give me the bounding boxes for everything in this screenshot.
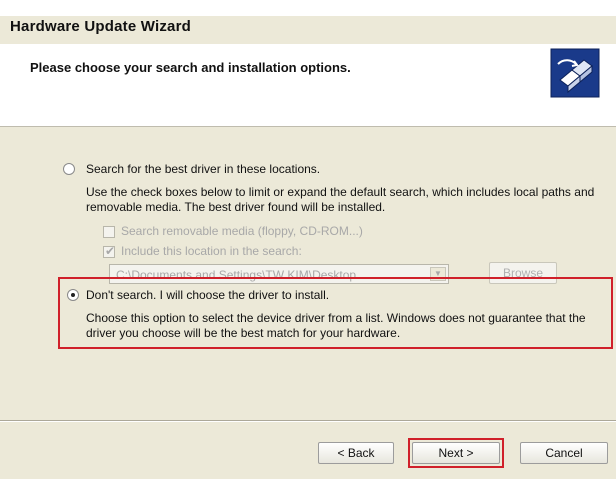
wizard-header: Please choose your search and installati… (0, 44, 616, 127)
radio-selected-dot (71, 293, 75, 297)
header-heading: Please choose your search and installati… (30, 60, 351, 75)
checkmark-icon: ✔ (105, 244, 116, 258)
dont-search-option-description: Choose this option to select the device … (86, 311, 586, 340)
removable-media-label: Search removable media (floppy, CD-ROM..… (121, 224, 363, 238)
include-location-label: Include this location in the search: (121, 244, 302, 258)
hardware-update-wizard-window: Hardware Update Wizard Please choose you… (0, 0, 616, 479)
search-option-label[interactable]: Search for the best driver in these loca… (86, 162, 320, 176)
dont-search-option-radio[interactable] (67, 289, 79, 301)
removable-media-checkbox[interactable] (103, 226, 115, 238)
include-location-checkbox[interactable]: ✔ (103, 244, 116, 258)
search-option-radio[interactable] (63, 163, 75, 175)
window-title: Hardware Update Wizard (10, 18, 191, 35)
footer-divider (0, 420, 616, 422)
search-option-description: Use the check boxes below to limit or ex… (86, 185, 595, 214)
cancel-button[interactable]: Cancel (520, 442, 608, 464)
next-button-highlight (408, 438, 504, 468)
title-bar (0, 0, 616, 16)
hardware-wizard-icon (550, 48, 600, 98)
back-button[interactable]: < Back (318, 442, 394, 464)
dont-search-option-label[interactable]: Don't search. I will choose the driver t… (86, 288, 329, 302)
options-area: Search for the best driver in these loca… (0, 127, 616, 399)
